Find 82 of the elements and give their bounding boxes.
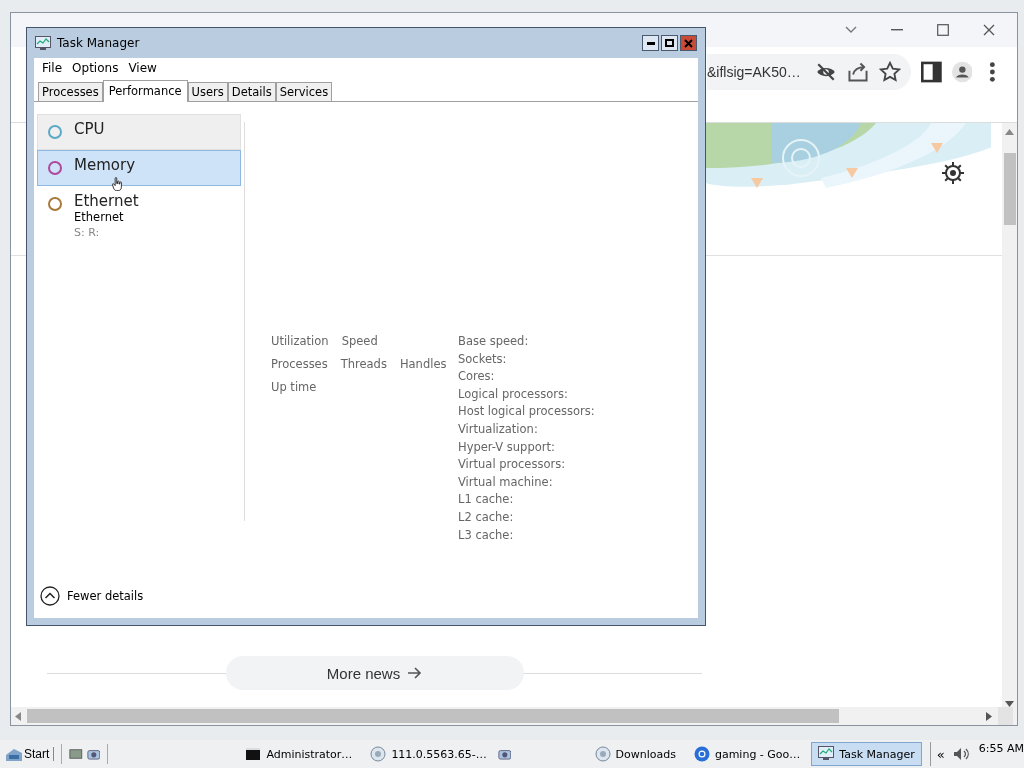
taskbar-button[interactable]: Task Manager xyxy=(811,742,922,766)
minimize-button[interactable] xyxy=(642,35,659,51)
maximize-button[interactable] xyxy=(661,35,678,51)
settings-icon[interactable] xyxy=(941,161,965,185)
spec-label: Logical processors: xyxy=(458,386,569,401)
resource-name: Memory xyxy=(74,156,135,174)
resource-detail: S: R: xyxy=(74,226,101,239)
spec-label: L2 cache: xyxy=(458,509,515,524)
browser-icon xyxy=(693,746,710,762)
url-text: &iflsig=AK50… xyxy=(707,64,801,80)
scroll-right-icon[interactable] xyxy=(986,711,992,721)
desktop-icon[interactable] xyxy=(69,746,83,762)
spec-label: L1 cache: xyxy=(458,492,515,507)
window-title: Task Manager xyxy=(57,36,141,50)
taskbar-button[interactable]: gaming - Goo… xyxy=(686,742,808,766)
disc-icon xyxy=(370,746,387,762)
minimize-icon[interactable] xyxy=(891,29,903,31)
spec-label: Base speed: xyxy=(458,334,530,348)
vertical-scrollbar[interactable] xyxy=(1002,123,1017,707)
menu-item[interactable]: Options xyxy=(67,61,124,75)
spec-label: Host logical processors: xyxy=(458,404,595,419)
stat-label: Utilization xyxy=(271,334,329,348)
spec-label: L3 cache: xyxy=(458,527,515,542)
resource-name: Ethernet xyxy=(74,192,139,210)
console-icon xyxy=(245,746,262,762)
resource-name: CPU xyxy=(74,120,105,138)
maximize-icon xyxy=(665,39,674,47)
stat-label: Up time xyxy=(271,380,317,394)
maximize-icon[interactable] xyxy=(937,24,949,36)
stat-label: Threads xyxy=(340,357,387,371)
start-icon xyxy=(6,747,22,761)
tab[interactable]: Services xyxy=(275,82,333,101)
stat-label: Processes xyxy=(271,357,328,371)
chevron-down-icon[interactable] xyxy=(845,26,857,34)
scroll-up-icon[interactable] xyxy=(1005,129,1014,135)
star-icon[interactable] xyxy=(878,61,901,83)
spec-label: Virtualization: xyxy=(458,421,539,436)
tab[interactable]: Details xyxy=(227,82,276,101)
start-button[interactable]: Start xyxy=(6,747,55,761)
address-bar[interactable]: &iflsig=AK50… xyxy=(707,54,911,90)
close-button[interactable] xyxy=(680,35,697,51)
menu-item[interactable]: View xyxy=(123,61,162,75)
spec-label: Sockets: xyxy=(458,351,508,366)
monitor-icon xyxy=(35,36,51,50)
stat-label: Handles xyxy=(399,357,447,371)
clock: 6:55 AM xyxy=(978,742,1024,755)
spec-label: Hyper-V support: xyxy=(458,439,556,454)
side-panel-icon[interactable] xyxy=(920,61,942,83)
profile-icon[interactable] xyxy=(951,61,973,83)
horizontal-scrollbar[interactable] xyxy=(11,707,1017,725)
close-icon[interactable] xyxy=(983,24,995,36)
taskbar-button[interactable]: Downloads xyxy=(587,742,683,766)
close-icon xyxy=(684,38,693,48)
more-news-button[interactable]: More news xyxy=(225,656,524,690)
arrow-right-icon xyxy=(408,667,423,679)
spec-label: Virtual processors: xyxy=(458,457,567,472)
stat-label: Speed xyxy=(341,334,378,348)
spec-label: Cores: xyxy=(458,369,496,384)
chevron-up-circle-icon xyxy=(40,585,60,606)
scroll-thumb[interactable] xyxy=(1003,153,1016,225)
share-icon[interactable] xyxy=(846,61,869,83)
resource-item[interactable]: Ethernet Ethernet S: R: xyxy=(37,186,241,245)
scroll-left-icon[interactable] xyxy=(15,711,21,721)
spec-label: Virtual machine: xyxy=(458,474,554,489)
tab[interactable]: Users xyxy=(187,82,228,101)
hand-cursor-icon xyxy=(112,177,123,191)
disc-icon xyxy=(594,746,611,762)
tab[interactable]: Performance xyxy=(102,80,188,102)
menu-item[interactable]: File xyxy=(37,61,68,75)
tab[interactable]: Processes xyxy=(38,82,103,101)
scrollbar-corner xyxy=(998,707,1013,725)
minimize-icon xyxy=(646,41,655,45)
scroll-thumb[interactable] xyxy=(27,709,839,723)
fewer-details-button[interactable]: Fewer details xyxy=(40,585,144,606)
resource-item[interactable]: Memory xyxy=(37,150,241,186)
resource-item[interactable]: CPU xyxy=(37,114,241,150)
speaker-icon[interactable] xyxy=(952,747,971,761)
tray-expand-button[interactable]: « xyxy=(936,746,945,762)
resource-subtitle: Ethernet xyxy=(74,210,125,224)
taskbar-button[interactable]: Administrator… xyxy=(238,742,360,766)
monitor-icon xyxy=(818,746,835,762)
taskbar-button[interactable]: 111.0.5563.65-… xyxy=(363,742,494,766)
